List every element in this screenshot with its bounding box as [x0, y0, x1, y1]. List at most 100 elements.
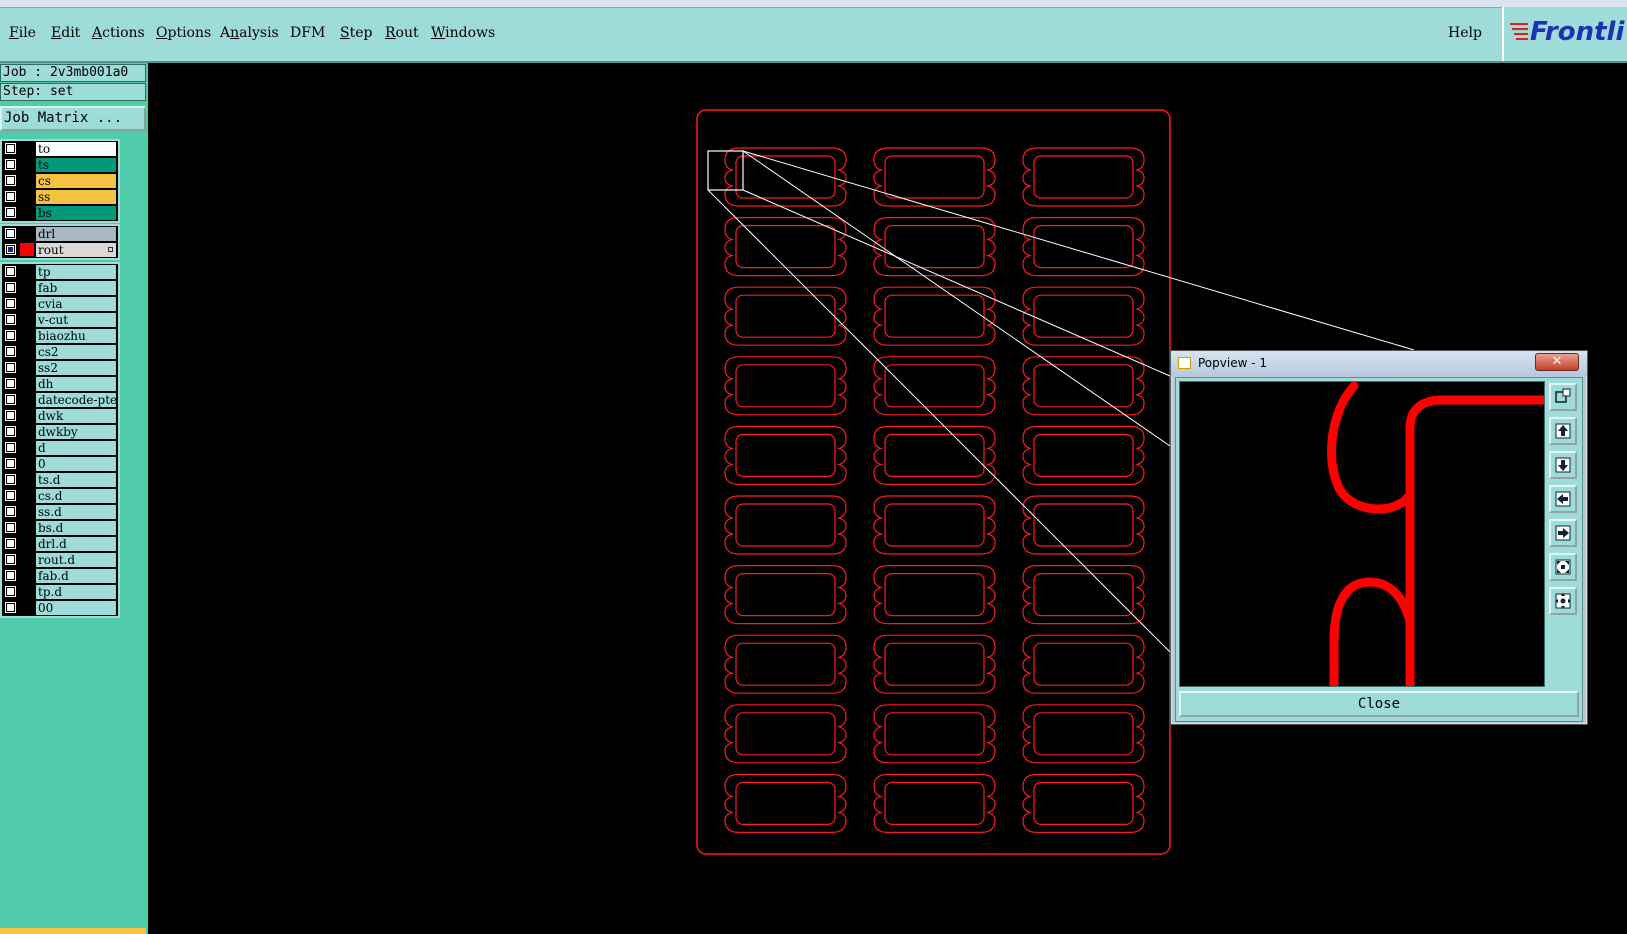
layer-row-drl[interactable]: drl — [2, 226, 118, 242]
layer-name[interactable]: drl.d — [36, 537, 116, 551]
layer-row-dh[interactable]: dh — [2, 376, 118, 392]
layer-checkbox[interactable] — [5, 570, 16, 581]
layer-checkbox[interactable] — [5, 554, 16, 565]
layer-row-ss2[interactable]: ss2 — [2, 360, 118, 376]
layer-checkbox[interactable] — [5, 410, 16, 421]
layer-row-rout[interactable]: rout — [2, 242, 118, 258]
menu-windows[interactable]: Windows — [431, 25, 495, 41]
layer-row-bs[interactable]: bs — [2, 205, 118, 221]
layer-checkbox[interactable] — [5, 378, 16, 389]
layer-row-dwkby[interactable]: dwkby — [2, 424, 118, 440]
layer-checkbox[interactable] — [5, 330, 16, 341]
menu-edit[interactable]: Edit — [51, 25, 80, 41]
layer-row-ss[interactable]: ss — [2, 189, 118, 205]
layer-name[interactable]: dwkby — [36, 425, 116, 439]
pan-up-icon[interactable] — [1549, 417, 1577, 445]
layer-name[interactable]: ts — [36, 158, 116, 172]
layer-row-bs.d[interactable]: bs.d — [2, 520, 118, 536]
layer-row-datecode-pte[interactable]: datecode-pte — [2, 392, 118, 408]
layer-checkbox[interactable] — [5, 143, 16, 154]
layer-checkbox[interactable] — [5, 458, 16, 469]
layer-name[interactable]: bs — [36, 206, 116, 220]
layer-name[interactable]: cs2 — [36, 345, 116, 359]
layer-checkbox[interactable] — [5, 522, 16, 533]
menu-file[interactable]: File — [9, 25, 36, 41]
layer-row-ts.d[interactable]: ts.d — [2, 472, 118, 488]
layer-name[interactable]: 0 — [36, 457, 116, 471]
layer-name[interactable]: cvia — [36, 297, 116, 311]
layer-checkbox[interactable] — [5, 298, 16, 309]
layer-name[interactable]: rout — [36, 243, 116, 257]
layer-checkbox[interactable] — [5, 175, 16, 186]
layer-row-to[interactable]: to — [2, 141, 118, 157]
zoom-center-icon[interactable] — [1549, 587, 1577, 615]
layer-name[interactable]: ss2 — [36, 361, 116, 375]
popview-close-button[interactable]: Close — [1179, 691, 1579, 717]
layer-name[interactable]: d — [36, 441, 116, 455]
pan-right-icon[interactable] — [1549, 519, 1577, 547]
layer-name[interactable]: cs.d — [36, 489, 116, 503]
layer-row-dwk[interactable]: dwk — [2, 408, 118, 424]
layer-checkbox[interactable] — [5, 346, 16, 357]
layer-checkbox[interactable] — [5, 426, 16, 437]
layer-checkbox[interactable] — [5, 228, 16, 239]
popview-titlebar[interactable]: Popview - 1 ✕ — [1171, 351, 1587, 376]
menu-options[interactable]: Options — [156, 25, 211, 41]
menu-rout[interactable]: Rout — [385, 25, 419, 41]
menu-help[interactable]: Help — [1448, 25, 1482, 41]
layer-name[interactable]: fab — [36, 281, 116, 295]
layer-checkbox[interactable] — [5, 586, 16, 597]
layer-checkbox[interactable] — [5, 442, 16, 453]
pan-down-icon[interactable] — [1549, 451, 1577, 479]
layer-name[interactable]: dh — [36, 377, 116, 391]
pan-left-icon[interactable] — [1549, 485, 1577, 513]
layer-name[interactable]: tp.d — [36, 585, 116, 599]
layer-name[interactable]: ss.d — [36, 505, 116, 519]
job-matrix-button[interactable]: Job Matrix ... — [0, 106, 146, 131]
menu-actions[interactable]: Actions — [92, 25, 145, 41]
popview-view[interactable] — [1179, 381, 1549, 691]
layer-checkbox[interactable] — [5, 244, 16, 255]
layer-row-cs2[interactable]: cs2 — [2, 344, 118, 360]
layer-checkbox[interactable] — [5, 602, 16, 613]
menu-step[interactable]: Step — [340, 25, 372, 41]
menu-analysis[interactable]: Analysis — [220, 25, 279, 41]
layer-name[interactable]: drl — [36, 227, 116, 241]
layer-row-ts[interactable]: ts — [2, 157, 118, 173]
layer-checkbox[interactable] — [5, 282, 16, 293]
layer-row-cs.d[interactable]: cs.d — [2, 488, 118, 504]
layer-row-fab[interactable]: fab — [2, 280, 118, 296]
layer-checkbox[interactable] — [5, 314, 16, 325]
layer-name[interactable]: dwk — [36, 409, 116, 423]
layer-name[interactable]: bs.d — [36, 521, 116, 535]
layer-checkbox[interactable] — [5, 207, 16, 218]
layer-name[interactable]: cs — [36, 174, 116, 188]
layer-row-ss.d[interactable]: ss.d — [2, 504, 118, 520]
layer-name[interactable]: ts.d — [36, 473, 116, 487]
layer-name[interactable]: 00 — [36, 601, 116, 615]
layer-checkbox[interactable] — [5, 474, 16, 485]
layer-name[interactable]: rout.d — [36, 553, 116, 567]
window-close-button[interactable]: ✕ — [1535, 353, 1579, 371]
layer-row-0[interactable]: 0 — [2, 456, 118, 472]
layer-name[interactable]: datecode-pte — [36, 393, 116, 407]
layer-name[interactable]: biaozhu — [36, 329, 116, 343]
layer-checkbox[interactable] — [5, 506, 16, 517]
layer-row-d[interactable]: d — [2, 440, 118, 456]
layer-name[interactable]: to — [36, 142, 116, 156]
layer-name[interactable]: fab.d — [36, 569, 116, 583]
zoom-fit-icon[interactable] — [1549, 553, 1577, 581]
layer-row-cs[interactable]: cs — [2, 173, 118, 189]
layer-row-v-cut[interactable]: v-cut — [2, 312, 118, 328]
layer-checkbox[interactable] — [5, 394, 16, 405]
zoom-window-icon[interactable] — [1549, 383, 1577, 411]
layer-checkbox[interactable] — [5, 191, 16, 202]
layer-row-rout.d[interactable]: rout.d — [2, 552, 118, 568]
layer-row-drl.d[interactable]: drl.d — [2, 536, 118, 552]
layer-row-fab.d[interactable]: fab.d — [2, 568, 118, 584]
layer-row-tp.d[interactable]: tp.d — [2, 584, 118, 600]
menu-dfm[interactable]: DFM — [290, 25, 325, 41]
layer-checkbox[interactable] — [5, 362, 16, 373]
layer-checkbox[interactable] — [5, 159, 16, 170]
layer-row-biaozhu[interactable]: biaozhu — [2, 328, 118, 344]
